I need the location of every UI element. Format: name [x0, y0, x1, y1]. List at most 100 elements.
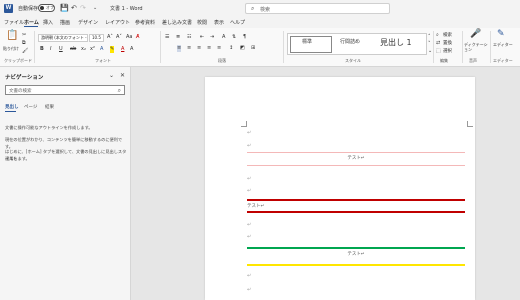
- customize-icon[interactable]: ⌄: [93, 4, 97, 12]
- strikethrough-icon[interactable]: ab: [70, 46, 76, 53]
- line-spacing-icon[interactable]: ↕: [229, 45, 233, 52]
- char-shading-icon[interactable]: A: [130, 46, 133, 53]
- increase-indent-icon[interactable]: ⇥: [210, 34, 214, 41]
- paragraph-mark: ↵: [247, 222, 252, 228]
- document-search-input[interactable]: 文書の検索 ⌕: [5, 85, 125, 95]
- select-icon[interactable]: ⬚: [436, 48, 441, 55]
- bullets-icon[interactable]: ☰: [165, 34, 169, 41]
- align-center-icon[interactable]: ≡: [187, 45, 191, 52]
- find-icon[interactable]: ⌕: [436, 32, 439, 39]
- tab-layout[interactable]: レイアウト: [105, 19, 130, 26]
- redo-icon[interactable]: ↷: [80, 4, 86, 12]
- highlight-icon[interactable]: ✎: [110, 46, 115, 53]
- underline-icon[interactable]: U: [59, 46, 63, 53]
- test-caption: テスト↵: [347, 252, 365, 257]
- copy-icon[interactable]: ⧉: [22, 40, 26, 47]
- test-caption: テスト↵: [347, 156, 365, 161]
- format-painter-icon[interactable]: 🖌: [22, 48, 28, 55]
- tab-results[interactable]: 結果: [45, 104, 54, 110]
- find-button[interactable]: 検索: [443, 32, 452, 39]
- font-name-select[interactable]: 游明朝 (本文のフォント - 日本語): [38, 34, 88, 42]
- paragraph-mark: ↵: [247, 176, 252, 182]
- autosave-toggle[interactable]: オフ: [38, 4, 55, 12]
- style-no-spacing[interactable]: 行間詰め: [340, 38, 360, 52]
- autosave-state: オフ: [46, 5, 54, 10]
- sort-icon[interactable]: ⇅: [232, 34, 236, 41]
- styles-gallery: 標準 行間詰め 見出し 1: [287, 33, 427, 55]
- font-size-select[interactable]: 10.5: [89, 34, 104, 42]
- pink-bottom-border: [247, 165, 465, 166]
- tab-file[interactable]: ファイル: [4, 19, 24, 26]
- nav-help-text: 文書に操作可能なアウトラインを作成します。: [5, 125, 93, 130]
- align-right-icon[interactable]: ≡: [197, 45, 201, 52]
- tab-help[interactable]: ヘルプ: [230, 19, 245, 26]
- font-color-icon[interactable]: A: [121, 46, 124, 53]
- active-nav-tab-underline: [5, 111, 16, 112]
- search-icon: ⌕: [251, 5, 255, 12]
- decrease-indent-icon[interactable]: ⇤: [200, 34, 204, 41]
- editor-group-label: エディター: [493, 58, 513, 63]
- numbering-icon[interactable]: ≣: [176, 34, 180, 41]
- multilevel-list-icon[interactable]: ☷: [187, 34, 191, 41]
- tab-headings[interactable]: 見出し: [5, 104, 19, 110]
- paragraph-mark: ↵: [247, 234, 252, 240]
- show-marks-icon[interactable]: ¶: [243, 34, 246, 41]
- italic-icon[interactable]: I: [50, 46, 51, 53]
- grow-font-icon[interactable]: A˄: [107, 34, 113, 41]
- dictate-button[interactable]: ディクテーション: [464, 42, 490, 52]
- navigation-pane: ナビゲーション ⌄ ✕ 文書の検索 ⌕ 見出し ページ 結果 文書に操作可能なア…: [0, 67, 131, 300]
- justify-icon[interactable]: ≡: [207, 45, 211, 52]
- editor-icon[interactable]: ✎: [497, 30, 505, 39]
- tab-draw[interactable]: 描画: [60, 19, 70, 26]
- tab-insert[interactable]: 挿入: [43, 19, 53, 26]
- ribbon: 📋 貼り付け ✂ ⧉ 🖌 クリップボード 游明朝 (本文のフォント - 日本語)…: [0, 28, 520, 67]
- active-tab-underline: [24, 26, 38, 27]
- document-page[interactable]: ↵ ↵ テスト↵ ↵ ↵ テスト↵ ↵ ↵ テスト↵ ↵ ↵: [205, 77, 475, 300]
- undo-icon[interactable]: ↶: [71, 4, 77, 12]
- styles-scroll-up-icon[interactable]: ˄: [428, 34, 431, 41]
- bold-icon[interactable]: B: [40, 46, 44, 53]
- editor-button[interactable]: エディター: [493, 42, 517, 47]
- tab-mailings[interactable]: 差し込み文書: [162, 19, 192, 26]
- group-separator: [283, 31, 284, 63]
- styles-scroll-down-icon[interactable]: ˅: [428, 41, 431, 48]
- margin-corner-mark: [241, 121, 247, 127]
- clipboard-group-label: クリップボード: [4, 58, 32, 63]
- search-icon: ⌕: [117, 87, 121, 94]
- search-input[interactable]: ⌕ 検索: [245, 3, 390, 14]
- tab-review[interactable]: 校閲: [197, 19, 207, 26]
- asian-layout-icon[interactable]: A: [222, 34, 225, 41]
- distributed-icon[interactable]: ≡: [217, 45, 221, 52]
- shading-icon[interactable]: ◩: [240, 45, 245, 52]
- autosave-label: 自動保存: [18, 6, 39, 12]
- tab-pages[interactable]: ページ: [24, 104, 37, 110]
- tab-design[interactable]: デザイン: [78, 19, 98, 26]
- close-icon[interactable]: ✕: [120, 72, 125, 79]
- paragraph-mark: ↵: [247, 273, 252, 279]
- microphone-icon[interactable]: 🎤: [470, 30, 481, 39]
- save-icon[interactable]: 💾: [60, 4, 69, 12]
- change-case-icon[interactable]: Aa: [126, 34, 132, 41]
- cut-icon[interactable]: ✂: [22, 32, 26, 39]
- borders-icon[interactable]: ⊞: [251, 45, 255, 52]
- paste-button[interactable]: 貼り付け: [3, 45, 19, 52]
- styles-more-icon[interactable]: ⌄: [428, 48, 432, 55]
- clear-format-icon[interactable]: A̸: [136, 34, 139, 41]
- style-heading-1[interactable]: 見出し 1: [380, 37, 412, 51]
- shrink-font-icon[interactable]: A˅: [116, 34, 122, 41]
- superscript-icon[interactable]: x²: [90, 46, 95, 53]
- replace-icon[interactable]: ⇄: [436, 40, 440, 47]
- pane-options-icon[interactable]: ⌄: [109, 72, 114, 79]
- paste-icon[interactable]: 📋: [6, 31, 18, 41]
- tab-view[interactable]: 表示: [214, 19, 224, 26]
- style-normal[interactable]: 標準: [302, 38, 312, 52]
- align-left-icon[interactable]: ≡: [177, 45, 182, 52]
- paragraph-mark: ↵: [247, 130, 252, 136]
- text-effects-icon[interactable]: A: [100, 46, 103, 53]
- select-button[interactable]: 選択: [443, 48, 452, 55]
- tab-home[interactable]: ホーム: [24, 19, 39, 26]
- tab-references[interactable]: 参考資料: [135, 19, 155, 26]
- replace-button[interactable]: 置換: [443, 40, 452, 47]
- subscript-icon[interactable]: x₂: [81, 46, 86, 53]
- editing-group-label: 編集: [440, 58, 448, 63]
